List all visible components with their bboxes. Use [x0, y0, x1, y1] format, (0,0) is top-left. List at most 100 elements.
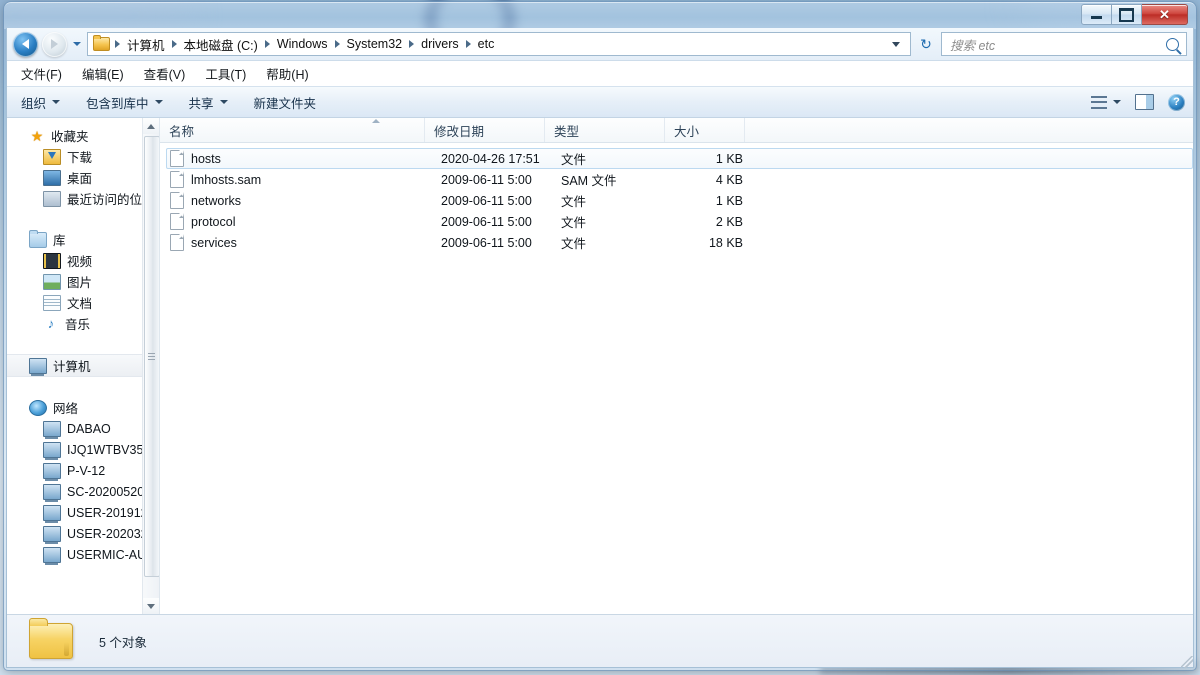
- sidebar-item-sc-2020052008[interactable]: SC-2020052008: [7, 481, 159, 502]
- sidebar-item-network[interactable]: 网络: [7, 397, 159, 418]
- sidebar-item-pictures[interactable]: 图片: [7, 271, 159, 292]
- sidebar-item-desktop[interactable]: 桌面: [7, 167, 159, 188]
- file-name: protocol: [191, 215, 235, 229]
- menu-item-file[interactable]: 文件(F): [21, 64, 62, 83]
- file-list-pane: 名称 修改日期 类型 大小: [160, 118, 1193, 614]
- breadcrumb-item-1[interactable]: 本地磁盘 (C:): [179, 34, 263, 55]
- share-with-button[interactable]: 共享: [189, 93, 228, 112]
- column-label: 类型: [554, 121, 579, 140]
- computer-icon: [43, 484, 61, 500]
- sidebar-item-favorites[interactable]: ★ 收藏夹: [7, 125, 159, 146]
- breadcrumb-separator-icon: [172, 40, 177, 48]
- refresh-button[interactable]: ↻: [915, 33, 937, 55]
- breadcrumb-separator-icon: [335, 40, 340, 48]
- file-name: lmhosts.sam: [191, 173, 261, 187]
- column-header-type[interactable]: 类型: [545, 118, 665, 142]
- column-header-size[interactable]: 大小: [665, 118, 745, 142]
- scroll-up-button[interactable]: [143, 118, 159, 134]
- breadcrumb-item-2[interactable]: Windows: [272, 36, 333, 52]
- sidebar-item-label: 下载: [67, 147, 92, 166]
- sidebar-item-label: 桌面: [67, 168, 92, 187]
- sidebar-item-dabao[interactable]: DABAO: [7, 418, 159, 439]
- sidebar-item-usermic-aujk[interactable]: USERMIC-AUJK: [7, 544, 159, 565]
- breadcrumb[interactable]: 计算机 本地磁盘 (C:) Windows System32 drivers e…: [87, 32, 911, 56]
- client-area: 计算机 本地磁盘 (C:) Windows System32 drivers e…: [6, 28, 1194, 668]
- scrollbar-thumb[interactable]: [144, 136, 160, 577]
- resize-grip[interactable]: [1181, 656, 1193, 668]
- close-icon: ✕: [1159, 8, 1170, 21]
- sidebar-item-libraries[interactable]: 库: [7, 229, 159, 250]
- computer-icon: [43, 463, 61, 479]
- minimize-icon: [1091, 16, 1102, 19]
- table-row[interactable]: lmhosts.sam 2009-06-11 5:00 SAM 文件 4 KB: [166, 169, 1193, 190]
- help-icon[interactable]: ?: [1168, 94, 1185, 111]
- file-date-cell: 2009-06-11 5:00: [432, 194, 552, 208]
- breadcrumb-item-0[interactable]: 计算机: [122, 34, 170, 55]
- table-row[interactable]: services 2009-06-11 5:00 文件 18 KB: [166, 232, 1193, 253]
- minimize-button[interactable]: [1081, 4, 1112, 25]
- file-name-cell: lmhosts.sam: [167, 171, 432, 188]
- column-headers: 名称 修改日期 类型 大小: [160, 118, 1193, 143]
- menu-item-edit[interactable]: 编辑(E): [82, 64, 124, 83]
- breadcrumb-item-5[interactable]: etc: [473, 36, 500, 52]
- navigation-scrollbar[interactable]: [142, 118, 159, 614]
- status-text: 5 个对象: [99, 632, 147, 651]
- sidebar-item-label: 计算机: [53, 356, 91, 375]
- sidebar-item-label: DABAO: [67, 422, 111, 436]
- sidebar-item-recent-places[interactable]: 最近访问的位置: [7, 188, 159, 209]
- organize-button[interactable]: 组织: [21, 93, 60, 112]
- column-label: 修改日期: [434, 121, 484, 140]
- search-icon: [1166, 38, 1179, 51]
- table-row[interactable]: networks 2009-06-11 5:00 文件 1 KB: [166, 190, 1193, 211]
- sidebar-item-computer[interactable]: 计算机: [7, 354, 159, 377]
- column-header-name[interactable]: 名称: [160, 118, 425, 142]
- sidebar-item-music[interactable]: ♪ 音乐: [7, 313, 159, 334]
- folder-icon: [29, 623, 73, 659]
- breadcrumb-separator-icon: [265, 40, 270, 48]
- change-view-button[interactable]: [1091, 96, 1121, 109]
- sidebar-item-ijq1wtbv35tb[interactable]: IJQ1WTBV35TB: [7, 439, 159, 460]
- file-name: services: [191, 236, 237, 250]
- file-size-cell: 4 KB: [672, 173, 752, 187]
- menu-item-tools[interactable]: 工具(T): [205, 64, 246, 83]
- include-in-library-button[interactable]: 包含到库中: [86, 93, 163, 112]
- address-dropdown-chevron-icon[interactable]: [892, 42, 900, 47]
- table-row[interactable]: hosts 2020-04-26 17:51 文件 1 KB: [166, 148, 1193, 169]
- column-header-date[interactable]: 修改日期: [425, 118, 545, 142]
- sidebar-item-downloads[interactable]: 下载: [7, 146, 159, 167]
- sidebar-item-label: 网络: [53, 398, 78, 417]
- new-folder-button[interactable]: 新建文件夹: [254, 93, 317, 112]
- preview-pane-icon[interactable]: [1135, 94, 1154, 110]
- menu-item-help[interactable]: 帮助(H): [266, 64, 308, 83]
- sidebar-item-documents[interactable]: 文档: [7, 292, 159, 313]
- video-icon: [43, 253, 61, 269]
- file-name-cell: services: [167, 234, 432, 251]
- forward-arrow-icon: [51, 39, 58, 49]
- music-icon: ♪: [43, 317, 59, 331]
- search-input[interactable]: 搜索 etc: [950, 35, 1166, 54]
- table-row[interactable]: protocol 2009-06-11 5:00 文件 2 KB: [166, 211, 1193, 232]
- file-type-cell: 文件: [552, 149, 672, 168]
- file-date-cell: 2020-04-26 17:51: [432, 152, 552, 166]
- scroll-down-button[interactable]: [143, 598, 159, 614]
- nav-group-network: 网络 DABAO IJQ1WTBV35TB P-V-12: [7, 397, 159, 565]
- sidebar-item-user-20191220[interactable]: USER-20191220: [7, 502, 159, 523]
- close-button[interactable]: ✕: [1142, 4, 1188, 25]
- sidebar-item-label: 收藏夹: [51, 126, 89, 145]
- title-bar[interactable]: [4, 2, 1196, 29]
- menu-item-view[interactable]: 查看(V): [144, 64, 186, 83]
- sidebar-item-p-v-12[interactable]: P-V-12: [7, 460, 159, 481]
- breadcrumb-item-3[interactable]: System32: [342, 36, 408, 52]
- network-icon: [29, 400, 47, 416]
- maximize-icon: [1119, 8, 1134, 22]
- search-box[interactable]: 搜索 etc: [941, 32, 1187, 56]
- sidebar-item-user-2020326[interactable]: USER-2020326: [7, 523, 159, 544]
- file-date-cell: 2009-06-11 5:00: [432, 173, 552, 187]
- sidebar-item-label: P-V-12: [67, 464, 105, 478]
- back-button[interactable]: [13, 32, 38, 57]
- maximize-button[interactable]: [1112, 4, 1142, 25]
- desktop-icon: [43, 170, 61, 186]
- sidebar-item-videos[interactable]: 视频: [7, 250, 159, 271]
- recent-pages-chevron-icon[interactable]: [73, 42, 81, 46]
- breadcrumb-item-4[interactable]: drivers: [416, 36, 464, 52]
